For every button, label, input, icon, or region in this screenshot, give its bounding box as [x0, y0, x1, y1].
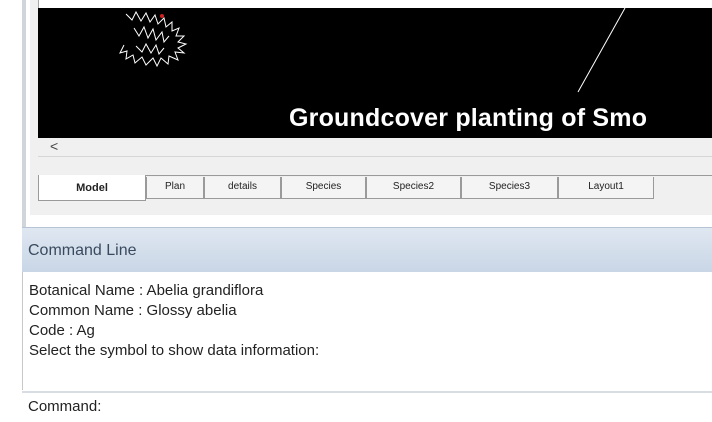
layout-tab-bar: Model Plan details Species Species2 Spec…: [38, 157, 712, 217]
history-line-4: Select the symbol to show data informati…: [29, 342, 320, 359]
tab-species3[interactable]: Species3: [461, 177, 558, 199]
tab-details[interactable]: details: [204, 177, 281, 199]
history-line-2: Common Name : Glossy abelia: [29, 302, 237, 319]
tab-species[interactable]: Species: [281, 177, 366, 199]
left-margin: [0, 0, 22, 422]
red-marker: [160, 14, 164, 18]
leader-line: [577, 8, 626, 93]
command-input-row[interactable]: Command:: [22, 393, 712, 422]
history-line-1: Botanical Name : Abelia grandiflora: [29, 282, 264, 299]
drawing-canvas[interactable]: Groundcover planting of Smo: [38, 8, 712, 138]
window-frame-edge: [22, 0, 26, 230]
tab-plan[interactable]: Plan: [146, 177, 204, 199]
command-input[interactable]: [108, 396, 712, 418]
top-gap: [30, 0, 712, 8]
history-line-3: Code : Ag: [29, 322, 95, 339]
annotation-text[interactable]: Groundcover planting of Smo: [289, 104, 647, 133]
bottom-frame-gap: [30, 215, 712, 227]
tab-species2[interactable]: Species2: [366, 177, 461, 199]
plant-symbol-outline: [119, 10, 188, 68]
command-line-header[interactable]: Command Line: [22, 227, 712, 273]
horizontal-scrollbar[interactable]: <: [38, 138, 712, 157]
tab-model[interactable]: Model: [38, 175, 146, 201]
plant-symbol-inner-2: [135, 42, 165, 56]
command-history[interactable]: Botanical Name : Abelia grandiflora Comm…: [22, 272, 712, 390]
scroll-left-arrow-icon[interactable]: <: [50, 138, 58, 154]
command-line-title: Command Line: [28, 242, 137, 259]
plant-symbol-inner: [133, 25, 170, 44]
tab-layout1[interactable]: Layout1: [558, 177, 654, 199]
command-prompt-label: Command:: [28, 398, 102, 415]
